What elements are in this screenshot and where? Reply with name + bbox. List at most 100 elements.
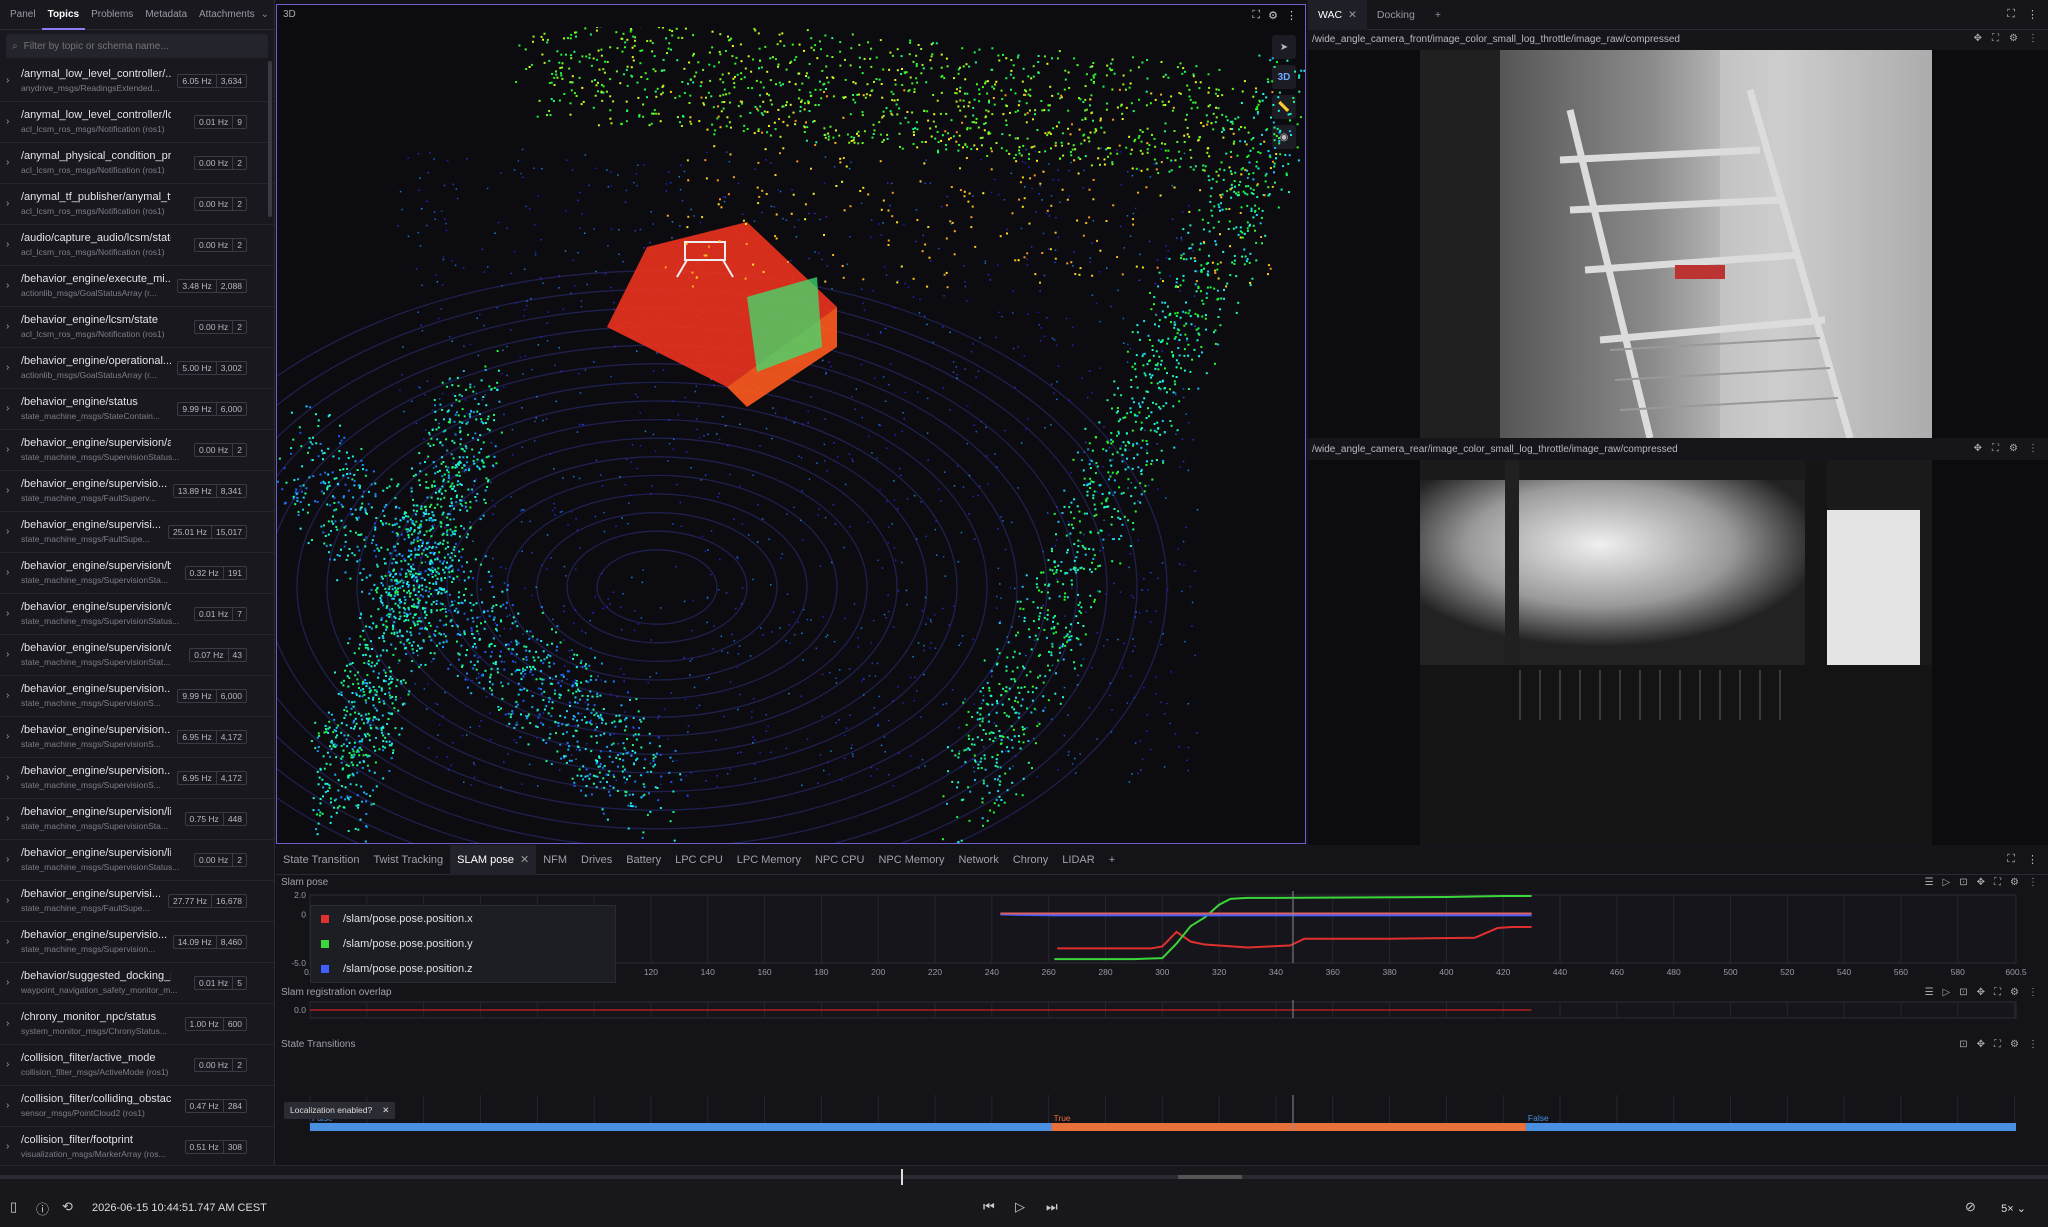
plot-tab[interactable]: NFM <box>536 845 574 875</box>
plot-tab[interactable]: State Transition <box>276 845 366 875</box>
camera-front-panel[interactable]: /wide_angle_camera_front/image_color_sma… <box>1308 30 2048 438</box>
play-icon[interactable]: ▷ <box>1015 1199 1025 1215</box>
close-icon[interactable]: ✕ <box>382 1105 389 1115</box>
chevron-right-icon[interactable]: › <box>6 813 9 824</box>
more-icon[interactable]: ⋮ <box>2028 877 2038 888</box>
fullscreen-icon[interactable]: ⛶ <box>1992 33 1999 44</box>
chevron-right-icon[interactable]: › <box>6 608 9 619</box>
more-icon[interactable]: ⋮ <box>2027 8 2038 21</box>
camera-icon[interactable]: ⊡ <box>1959 877 1967 888</box>
topic-row[interactable]: › /collision_filter/footprint visualizat… <box>0 1127 274 1165</box>
timeline-scrubber[interactable] <box>901 1169 904 1185</box>
chevron-right-icon[interactable]: › <box>6 977 9 988</box>
3d-panel[interactable]: 3D ⛶ ⚙ ⋮ ➤ 3D 📏 ◉ <box>276 4 1306 844</box>
topic-row[interactable]: › /behavior_engine/supervisio... state_m… <box>0 922 274 963</box>
chevron-right-icon[interactable]: › <box>6 1059 9 1070</box>
chevron-right-icon[interactable]: › <box>6 936 9 947</box>
fullscreen-icon[interactable]: ⛶ <box>2007 8 2015 21</box>
topic-row[interactable]: › /behavior_engine/supervision/cha... st… <box>0 594 274 635</box>
topic-row[interactable]: › /behavior_engine/supervisi... state_ma… <box>0 512 274 553</box>
skip-back-icon[interactable]: ⏮ <box>983 1199 995 1215</box>
add-tab-button[interactable]: + <box>1425 0 1451 30</box>
tab-topics[interactable]: Topics <box>41 0 86 30</box>
chevron-right-icon[interactable]: › <box>6 649 9 660</box>
gear-icon[interactable]: ⚙ <box>2010 877 2019 888</box>
move-icon[interactable]: ✥ <box>1974 443 1982 454</box>
state-segment[interactable] <box>1051 1123 1526 1131</box>
chevron-right-icon[interactable]: › <box>6 444 9 455</box>
topic-row[interactable]: › /anymal_physical_condition_pres... acl… <box>0 143 274 184</box>
plot-tab[interactable]: Battery <box>619 845 668 875</box>
close-icon[interactable]: ✕ <box>520 854 529 866</box>
topic-row[interactable]: › /behavior_engine/supervision/lic_... s… <box>0 840 274 881</box>
topic-row[interactable]: › /behavior_engine/supervision... state_… <box>0 717 274 758</box>
chevron-right-icon[interactable]: › <box>6 1100 9 1111</box>
plot-tab[interactable]: LIDAR <box>1055 845 1101 875</box>
plot-tab[interactable]: LPC Memory <box>730 845 808 875</box>
chevron-down-icon[interactable]: ⌄ <box>261 9 269 20</box>
chevron-right-icon[interactable]: › <box>6 567 9 578</box>
state-transitions-plot[interactable]: FalseTrueFalse <box>276 1095 2048 1165</box>
chevron-right-icon[interactable]: › <box>6 731 9 742</box>
tab-problems[interactable]: Problems <box>85 0 139 30</box>
topic-row[interactable]: › /behavior_engine/operational... action… <box>0 348 274 389</box>
topic-row[interactable]: › /behavior_engine/supervision... state_… <box>0 758 274 799</box>
chevron-right-icon[interactable]: › <box>6 895 9 906</box>
topic-row[interactable]: › /anymal_tf_publisher/anymal_tf_p... ac… <box>0 184 274 225</box>
more-icon[interactable]: ⋮ <box>2028 1039 2038 1050</box>
chevron-right-icon[interactable]: › <box>6 198 9 209</box>
chevron-right-icon[interactable]: › <box>6 854 9 865</box>
chevron-right-icon[interactable]: › <box>6 116 9 127</box>
more-icon[interactable]: ⋮ <box>2028 33 2038 44</box>
list-icon[interactable]: ☰ <box>1925 987 1934 998</box>
state-series-chip[interactable]: Localization enabled? ✕ <box>284 1102 396 1119</box>
loop-icon[interactable]: ⟲ <box>62 1199 73 1215</box>
state-segment[interactable] <box>1525 1123 2016 1131</box>
chevron-right-icon[interactable]: › <box>6 362 9 373</box>
move-icon[interactable]: ✥ <box>1977 987 1985 998</box>
topic-row[interactable]: › /anymal_low_level_controller/lcsm... a… <box>0 102 274 143</box>
add-tab-button[interactable]: + <box>1102 845 1122 875</box>
chevron-right-icon[interactable]: › <box>6 321 9 332</box>
topic-row[interactable]: › /behavior_engine/supervisi... state_ma… <box>0 881 274 922</box>
topic-row[interactable]: › /behavior_engine/supervision/act... st… <box>0 430 274 471</box>
topic-row[interactable]: › /behavior_engine/supervision/li... sta… <box>0 799 274 840</box>
move-icon[interactable]: ✥ <box>1974 33 1982 44</box>
chevron-right-icon[interactable]: › <box>6 403 9 414</box>
tab-metadata[interactable]: Metadata <box>139 0 193 30</box>
legend-entry[interactable]: /slam/pose.pose.position.z <box>311 956 615 981</box>
fullscreen-icon[interactable]: ⛶ <box>1992 443 1999 454</box>
list-icon[interactable]: ☰ <box>1925 877 1934 888</box>
gear-icon[interactable]: ⚙ <box>1268 9 1278 22</box>
camera-rear-panel[interactable]: /wide_angle_camera_rear/image_color_smal… <box>1308 440 2048 845</box>
gear-icon[interactable]: ⚙ <box>2009 443 2018 454</box>
topic-filter-input[interactable] <box>23 40 264 52</box>
topic-row[interactable]: › /behavior/suggested_docking_sta... way… <box>0 963 274 1004</box>
plot-tab[interactable]: Twist Tracking <box>366 845 450 875</box>
overlap-plot[interactable]: 0.0 <box>276 1000 2048 1030</box>
more-icon[interactable]: ⋮ <box>2028 443 2038 454</box>
playback-timestamp[interactable]: 2026-06-15 10:44:51.747 AM CEST <box>92 1202 267 1214</box>
playback-speed[interactable]: 5× ⌄ <box>2001 1202 2026 1215</box>
fullscreen-icon[interactable]: ⛶ <box>1994 1039 2001 1050</box>
tab-wac[interactable]: WAC ✕ <box>1308 0 1367 30</box>
topic-row[interactable]: › /audio/capture_audio/lcsm/state acl_lc… <box>0 225 274 266</box>
legend-entry[interactable]: /slam/pose.pose.position.x <box>311 906 615 931</box>
topic-row[interactable]: › /behavior_engine/supervisio... state_m… <box>0 471 274 512</box>
plot-tab[interactable]: Chrony <box>1006 845 1055 875</box>
plot-tab[interactable]: Network <box>951 845 1005 875</box>
topic-row[interactable]: › /anymal_low_level_controller/... anydr… <box>0 61 274 102</box>
close-icon[interactable]: ✕ <box>1348 9 1357 21</box>
topic-row[interactable]: › /behavior_engine/lcsm/state acl_lcsm_r… <box>0 307 274 348</box>
tab-attachments[interactable]: Attachments <box>193 0 261 30</box>
topic-row[interactable]: › /behavior_engine/execute_mi... actionl… <box>0 266 274 307</box>
info-icon[interactable]: ⓘ <box>36 1199 49 1218</box>
legend-entry[interactable]: /point_cloud_odometry/map_pose.pose.posi… <box>311 981 615 982</box>
chevron-right-icon[interactable]: › <box>6 280 9 291</box>
plot-tab[interactable]: LPC CPU <box>668 845 730 875</box>
gear-icon[interactable]: ⚙ <box>2010 1039 2019 1050</box>
fullscreen-icon[interactable]: ⛶ <box>1994 987 2001 998</box>
chevron-right-icon[interactable]: › <box>6 526 9 537</box>
plot-tab[interactable]: NPC Memory <box>871 845 951 875</box>
topic-row[interactable]: › /chrony_monitor_npc/status system_moni… <box>0 1004 274 1045</box>
